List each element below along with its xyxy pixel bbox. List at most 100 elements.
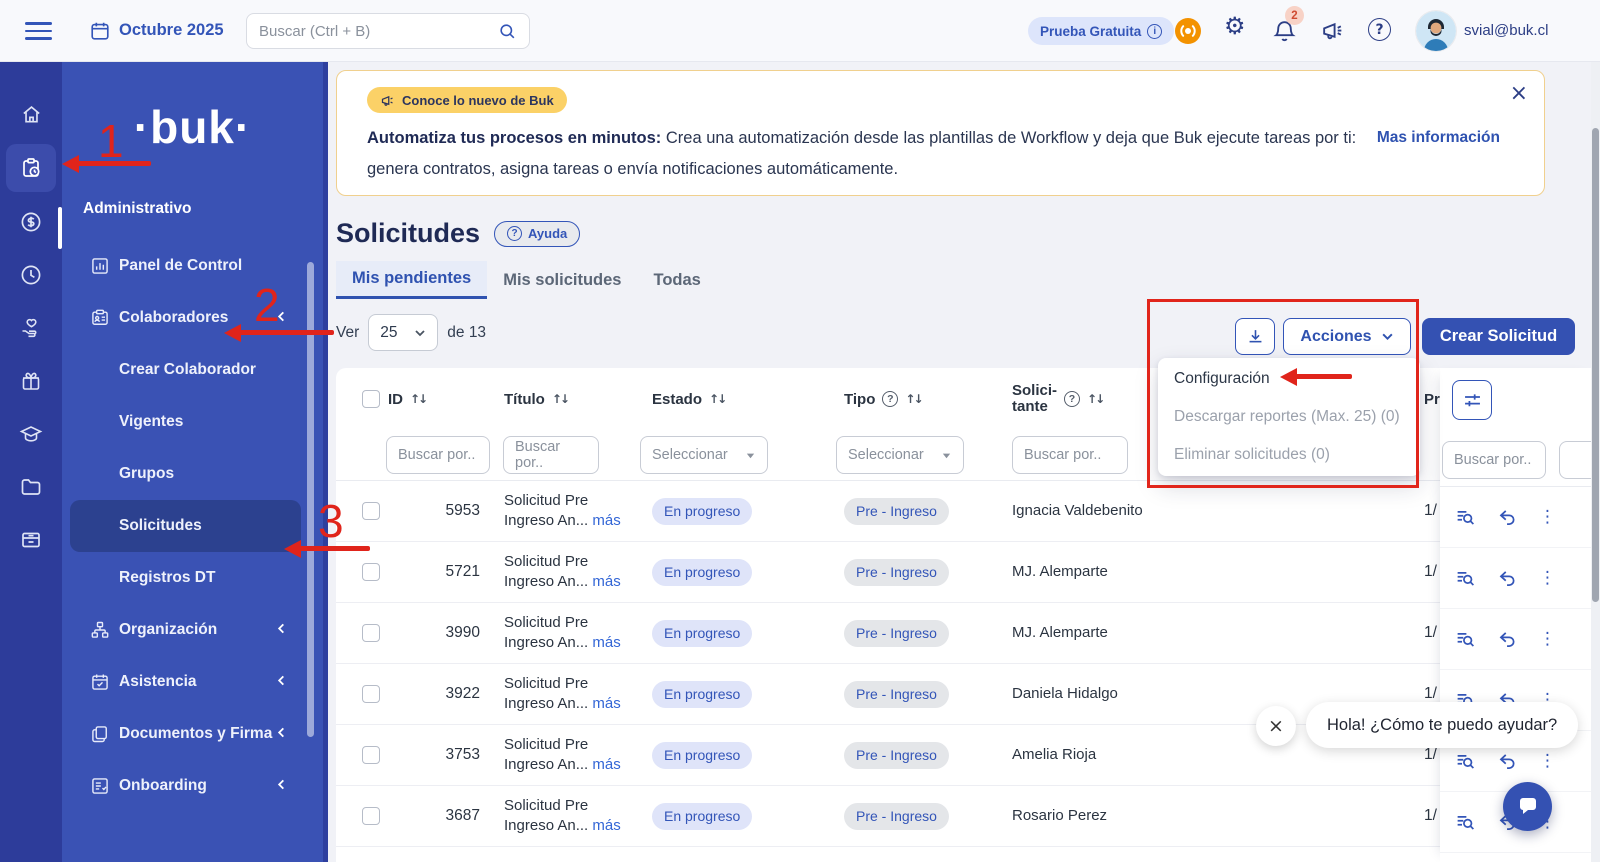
sort-icon[interactable]: ↑↓	[709, 392, 727, 406]
filter-input[interactable]: Buscar por..	[1442, 441, 1546, 479]
more-link[interactable]: más	[592, 512, 620, 529]
help-badge[interactable]: ? Ayuda	[494, 220, 581, 247]
column-help-icon[interactable]: ?	[882, 391, 899, 407]
training-graduation-icon[interactable]	[6, 411, 56, 457]
return-undo-icon[interactable]	[1497, 751, 1518, 772]
time-clock-icon[interactable]	[6, 252, 56, 298]
chat-close-button[interactable]: ×	[1256, 706, 1296, 746]
more-info-link[interactable]: Mas información	[1377, 129, 1500, 147]
banner-close-icon[interactable]: ×	[1510, 81, 1528, 106]
detail-view-icon[interactable]	[1455, 507, 1476, 528]
row-checkbox[interactable]	[362, 624, 380, 642]
detail-view-icon[interactable]	[1455, 812, 1476, 833]
sidebar-scrollbar[interactable]	[307, 262, 314, 737]
row-checkbox[interactable]	[362, 685, 380, 703]
row-menu-dots-icon[interactable]: ⋮	[1539, 629, 1556, 649]
request-title: Solicitud Pre Ingreso An... más	[504, 492, 621, 529]
sidebar-section-label: Administrativo	[83, 200, 192, 217]
status-badge: En progreso	[652, 680, 753, 708]
more-link[interactable]: más	[592, 695, 620, 712]
menu-item-configuracion[interactable]: Configuración	[1158, 360, 1420, 398]
sidebar-item-colaboradores[interactable]: Colaboradores	[62, 292, 323, 344]
more-link[interactable]: más	[592, 756, 620, 773]
more-link[interactable]: más	[592, 634, 620, 651]
files-folder-icon[interactable]	[6, 464, 56, 510]
remuneration-dollar-icon[interactable]	[6, 199, 56, 245]
tab-mis-solicitudes[interactable]: Mis solicitudes	[487, 261, 637, 299]
sidebar-item-panel-de-control[interactable]: Panel de Control	[62, 240, 323, 292]
trial-badge[interactable]: Prueba Gratuita i	[1028, 17, 1175, 45]
row-menu-dots-icon[interactable]: ⋮	[1539, 751, 1556, 771]
return-undo-icon[interactable]	[1497, 568, 1518, 589]
chat-fab-button[interactable]	[1503, 782, 1552, 831]
global-search-input[interactable]: Buscar (Ctrl + B)	[246, 13, 530, 49]
page-scrollbar-thumb[interactable]	[1592, 128, 1599, 602]
benefits-gift-icon[interactable]	[6, 358, 56, 404]
table-row: 5953 Solicitud Pre Ingreso An... más En …	[336, 481, 1600, 542]
sidebar-item-crear-colaborador[interactable]: Crear Colaborador	[62, 344, 323, 396]
sidebar-item-vigentes[interactable]: Vigentes	[62, 396, 323, 448]
sidebar-item-solicitudes[interactable]: Solicitudes	[70, 500, 301, 552]
menu-item-eliminar-solicitudes: Eliminar solicitudes (0)	[1174, 446, 1330, 463]
filter-id-input[interactable]: Buscar por..	[386, 436, 490, 474]
calendar-icon[interactable]	[89, 20, 111, 47]
sidebar-item-documentos-y-firma[interactable]: Documentos y Firma	[62, 708, 323, 760]
more-link[interactable]: más	[592, 573, 620, 590]
filter-tipo-select[interactable]: Seleccionar	[836, 436, 964, 474]
column-help-icon[interactable]: ?	[1064, 391, 1081, 407]
tab-mis-pendientes[interactable]: Mis pendientes	[336, 261, 488, 299]
sort-icon[interactable]: ↑↓	[552, 392, 570, 406]
banner-tag: Conoce lo nuevo de Buk	[367, 87, 567, 113]
column-settings-button[interactable]	[1452, 380, 1492, 420]
row-checkbox[interactable]	[362, 807, 380, 825]
tab-todas[interactable]: Todas	[637, 261, 716, 299]
acciones-button[interactable]: Acciones	[1283, 318, 1411, 355]
filter-solicitante-input[interactable]: Buscar por..	[1012, 436, 1128, 474]
sidebar-item-organizacion[interactable]: Organización	[62, 604, 323, 656]
user-avatar[interactable]	[1416, 11, 1456, 51]
download-button[interactable]	[1235, 318, 1275, 355]
sort-icon[interactable]: ↑↓	[410, 392, 428, 406]
home-icon[interactable]	[6, 91, 56, 137]
crear-solicitud-button[interactable]: Crear Solicitud	[1422, 318, 1575, 355]
wellness-hand-heart-icon[interactable]	[6, 305, 56, 351]
sidebar-item-registros-dt[interactable]: Registros DT	[62, 552, 323, 604]
announcements-megaphone-icon[interactable]	[1320, 18, 1345, 48]
filter-titulo-input[interactable]: Buscar por..	[503, 436, 599, 474]
return-undo-icon[interactable]	[1497, 507, 1518, 528]
buk-logo: ·buk·	[133, 101, 252, 153]
current-period[interactable]: Octubre 2025	[119, 21, 224, 40]
more-link[interactable]: más	[592, 817, 620, 834]
hamburger-menu-icon[interactable]	[25, 22, 52, 40]
sidebar-item-asistencia[interactable]: Asistencia	[62, 656, 323, 708]
row-menu-dots-icon[interactable]: ⋮	[1539, 568, 1556, 588]
row-menu-dots-icon[interactable]: ⋮	[1539, 507, 1556, 527]
row-checkbox[interactable]	[362, 502, 380, 520]
sort-icon[interactable]: ↑↓	[905, 392, 923, 406]
per-page-select[interactable]: 25	[368, 314, 439, 351]
search-icon[interactable]	[498, 22, 517, 41]
requests-clipboard-icon[interactable]	[6, 144, 56, 192]
sidebar-item-grupos[interactable]: Grupos	[62, 448, 323, 500]
help-icon[interactable]: ?	[1368, 18, 1391, 41]
requester-name: MJ. Alemparte	[1012, 624, 1108, 641]
cabinet-archive-icon[interactable]	[6, 517, 56, 563]
buk-assistant-icon[interactable]	[1175, 18, 1201, 44]
chevron-down-icon	[415, 329, 425, 336]
sidebar-item-onboarding[interactable]: Onboarding	[62, 760, 323, 812]
settings-gear-icon[interactable]: ⚙	[1224, 14, 1246, 38]
chevron-left-icon	[276, 621, 287, 639]
requester-name: Daniela Hidalgo	[1012, 685, 1118, 702]
detail-view-icon[interactable]	[1455, 568, 1476, 589]
return-undo-icon[interactable]	[1497, 629, 1518, 650]
user-email[interactable]: svial@buk.cl	[1464, 22, 1548, 39]
row-checkbox[interactable]	[362, 563, 380, 581]
sort-icon[interactable]: ↑↓	[1087, 392, 1105, 406]
filter-estado-select[interactable]: Seleccionar	[640, 436, 768, 474]
detail-view-icon[interactable]	[1455, 751, 1476, 772]
request-title: Solicitud Pre Ingreso An... más	[504, 675, 621, 712]
row-checkbox[interactable]	[362, 746, 380, 764]
select-all-checkbox[interactable]	[362, 390, 380, 408]
detail-view-icon[interactable]	[1455, 629, 1476, 650]
page-scrollbar[interactable]	[1591, 62, 1600, 862]
